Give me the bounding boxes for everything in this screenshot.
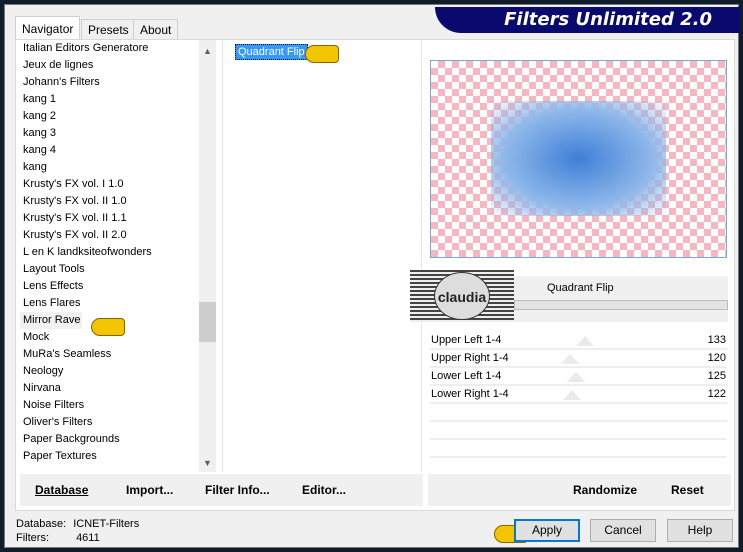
- category-item[interactable]: kang 3: [20, 125, 199, 142]
- cancel-button[interactable]: Cancel: [590, 519, 656, 542]
- parameter-value: 125: [707, 370, 726, 382]
- editor-button[interactable]: Editor...: [302, 483, 346, 497]
- slider-thumb[interactable]: [575, 336, 594, 346]
- category-item[interactable]: Paper Backgrounds: [20, 431, 199, 448]
- filter-item-selected[interactable]: Quadrant Flip: [235, 44, 308, 60]
- tab-presets[interactable]: Presets: [81, 19, 136, 39]
- category-item[interactable]: Paper Textures: [20, 448, 199, 465]
- navigator-button-bar: Database Import... Filter Info... Editor…: [20, 474, 423, 506]
- category-item[interactable]: Lens Flares: [20, 295, 199, 312]
- parameter-value: 133: [707, 334, 726, 346]
- parameter-value: 122: [707, 388, 726, 400]
- parameter-label: Lower Right 1-4: [431, 388, 509, 400]
- database-status: Database: ICNET-Filters: [16, 518, 139, 530]
- category-item[interactable]: kang 4: [20, 142, 199, 159]
- parameter-button-bar: Randomize Reset: [428, 474, 731, 506]
- app-title: Filters Unlimited 2.0: [435, 7, 740, 33]
- category-item[interactable]: Johann's Filters: [20, 74, 199, 91]
- parameter-value: 120: [707, 352, 726, 364]
- filter-info-button[interactable]: Filter Info...: [205, 483, 270, 497]
- category-item[interactable]: Lens Effects: [20, 278, 199, 295]
- apply-button[interactable]: Apply: [514, 519, 580, 542]
- filter-title-area: Quadrant Flip: [514, 276, 728, 322]
- category-item[interactable]: Mirror Rave: [20, 312, 82, 329]
- category-item[interactable]: Neology: [20, 363, 199, 380]
- reset-button[interactable]: Reset: [671, 483, 704, 497]
- preview-image: [430, 60, 727, 258]
- empty-parameter-slot: [430, 440, 727, 458]
- category-item[interactable]: Oliver's Filters: [20, 414, 199, 431]
- category-item[interactable]: kang: [20, 159, 199, 176]
- scroll-down-icon[interactable]: ▼: [199, 455, 216, 472]
- category-list[interactable]: Italian Editors Generatore Jeux de lignes…: [20, 40, 199, 472]
- empty-parameter-slot: [430, 404, 727, 422]
- category-item[interactable]: Krusty's FX vol. I 1.0: [20, 176, 199, 193]
- category-item[interactable]: Jeux de lignes: [20, 57, 199, 74]
- database-value: ICNET-Filters: [73, 518, 140, 530]
- filters-status: Filters: 4611: [16, 532, 100, 544]
- help-button[interactable]: Help: [667, 519, 733, 542]
- category-scrollbar[interactable]: ▲ ▼: [199, 40, 216, 472]
- category-item[interactable]: kang 2: [20, 108, 199, 125]
- category-item[interactable]: Krusty's FX vol. II 1.0: [20, 193, 199, 210]
- database-button[interactable]: Database: [35, 483, 88, 497]
- scrollbar-thumb[interactable]: [199, 302, 216, 342]
- category-item[interactable]: L en K landksiteofwonders: [20, 244, 199, 261]
- preview-flowers: [491, 101, 666, 216]
- parameter-label: Lower Left 1-4: [431, 370, 502, 382]
- category-item[interactable]: kang 1: [20, 91, 199, 108]
- parameter-label: Upper Left 1-4: [431, 334, 502, 346]
- parameter-slider[interactable]: Upper Left 1-4 133: [430, 332, 727, 350]
- pointing-hand-icon: [305, 45, 339, 63]
- scroll-up-icon[interactable]: ▲: [199, 43, 216, 60]
- category-item[interactable]: Krusty's FX vol. II 2.0: [20, 227, 199, 244]
- slider-thumb[interactable]: [563, 390, 582, 400]
- randomize-button[interactable]: Randomize: [573, 483, 637, 497]
- category-item[interactable]: Layout Tools: [20, 261, 199, 278]
- parameter-slider[interactable]: Lower Right 1-4 122: [430, 386, 727, 404]
- empty-parameter-slot: [430, 422, 727, 440]
- category-item[interactable]: Nirvana: [20, 380, 199, 397]
- parameter-slider[interactable]: Upper Right 1-4 120: [430, 350, 727, 368]
- category-item[interactable]: Krusty's FX vol. II 1.1: [20, 210, 199, 227]
- database-label: Database:: [16, 518, 67, 530]
- filters-label: Filters:: [16, 532, 49, 544]
- logo-globe: claudia: [434, 272, 490, 320]
- pointing-hand-icon: [91, 318, 125, 336]
- category-item[interactable]: Italian Editors Generatore: [20, 40, 199, 57]
- claudia-logo: claudia: [410, 270, 514, 322]
- slider-thumb[interactable]: [560, 354, 579, 364]
- parameter-slider[interactable]: Lower Left 1-4 125: [430, 368, 727, 386]
- filters-count: 4611: [76, 532, 100, 544]
- import-button[interactable]: Import...: [126, 483, 173, 497]
- filter-progress-bar: [514, 300, 728, 310]
- tab-navigator[interactable]: Navigator: [15, 16, 81, 40]
- parameter-label: Upper Right 1-4: [431, 352, 509, 364]
- filter-name: Quadrant Flip: [547, 282, 614, 294]
- filter-list[interactable]: Quadrant Flip: [222, 40, 422, 472]
- category-item[interactable]: MuRa's Seamless: [20, 346, 199, 363]
- category-item[interactable]: Noise Filters: [20, 397, 199, 414]
- tab-about[interactable]: About: [133, 19, 179, 39]
- slider-thumb[interactable]: [566, 372, 585, 382]
